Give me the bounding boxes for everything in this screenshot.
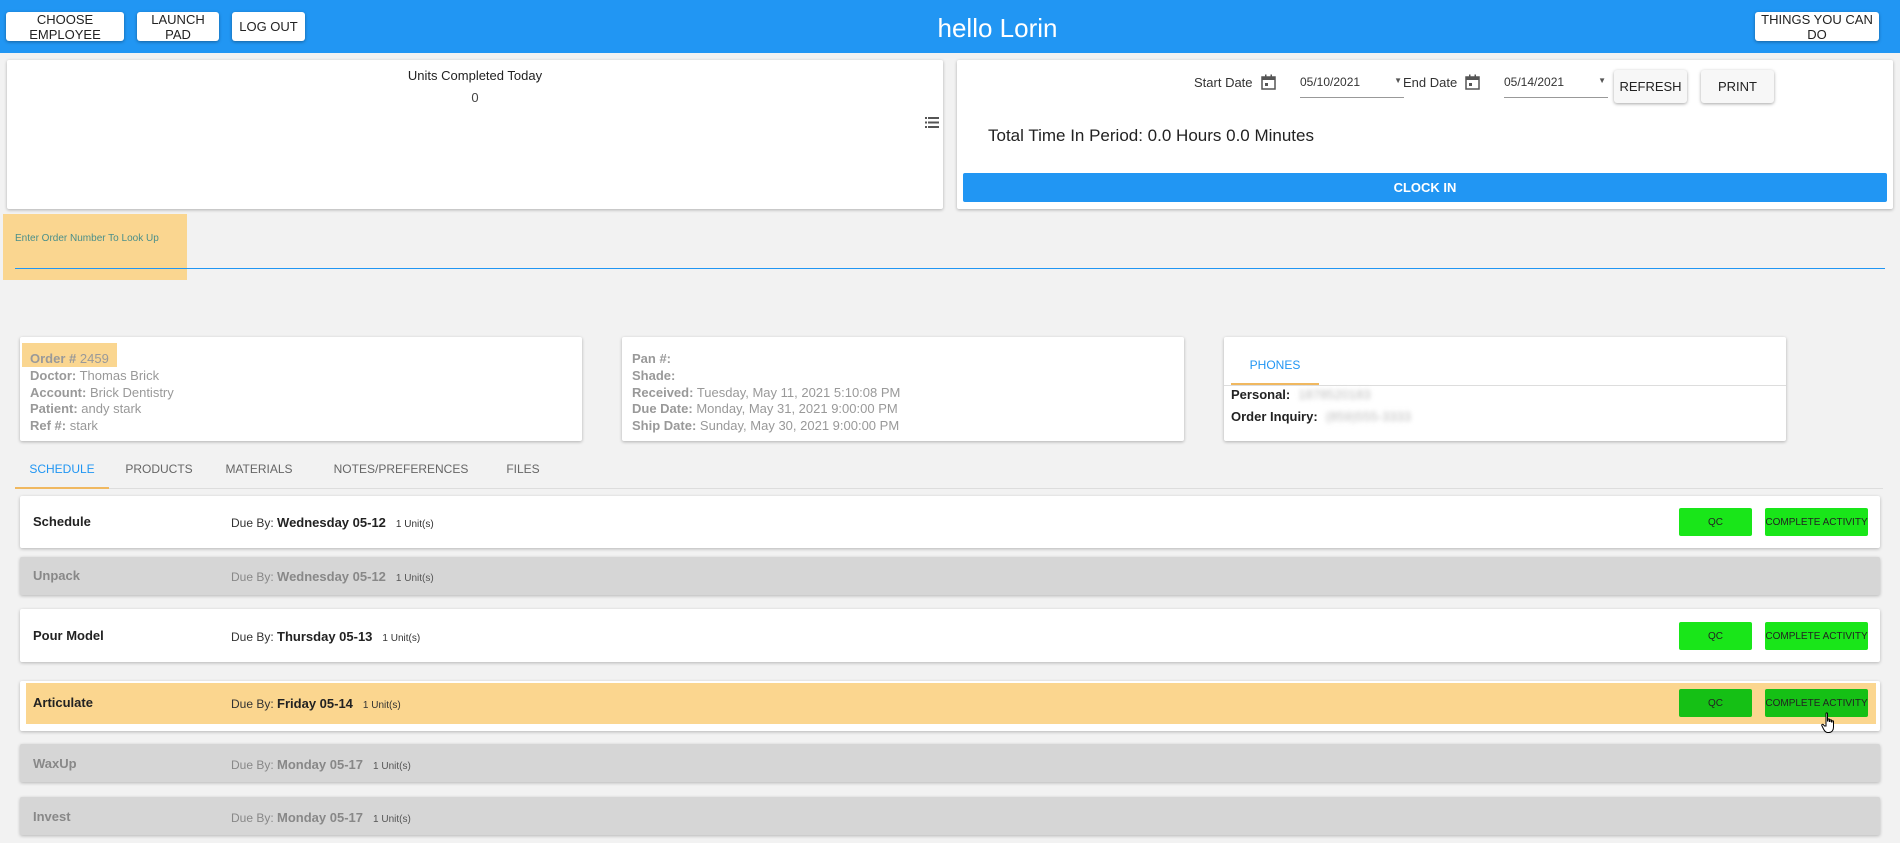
personal-phone-row: Personal: 1878520183 [1231, 387, 1371, 402]
qc-button[interactable]: QC [1679, 689, 1752, 717]
schedule-row: WaxUp Due By: Monday 05-17 1 Unit(s) [20, 744, 1880, 782]
patient-line: Patient: andy stark [30, 401, 142, 416]
activity-due: Due By: Wednesday 05-12 1 Unit(s) [231, 569, 434, 584]
list-icon[interactable] [925, 117, 939, 128]
calendar-icon[interactable] [1261, 74, 1276, 90]
units-completed-value: 0 [471, 90, 479, 105]
greeting-title: hello Lorin [937, 13, 1058, 43]
units-completed-card: Units Completed Today 0 [7, 60, 943, 209]
case-dates-card: Pan #: Shade: Received: Tuesday, May 11,… [622, 337, 1184, 441]
activity-due: Due By: Thursday 05-13 1 Unit(s) [231, 629, 421, 644]
lookup-highlight [3, 214, 187, 280]
units-completed-title: Units Completed Today [407, 68, 543, 83]
account-line: Account: Brick Dentistry [30, 385, 174, 400]
start-date-value: 05/10/2021 [1300, 75, 1361, 89]
complete-activity-button[interactable]: COMPLETE ACTIVITY [1765, 508, 1868, 536]
due-date-line: Due Date: Monday, May 31, 2021 9:00:00 P… [632, 401, 898, 416]
qc-button[interactable]: QC [1679, 622, 1752, 650]
schedule-row-highlighted: Articulate Due By: Friday 05-14 1 Unit(s)… [20, 681, 1880, 731]
chevron-down-icon: ▼ [1598, 76, 1606, 85]
order-inquiry-phone-row: Order Inquiry: (859)555-3333 [1231, 409, 1411, 424]
phones-card: PHONES Personal: 1878520183 Order Inquiry… [1224, 337, 1786, 441]
schedule-row: Pour Model Due By: Thursday 05-13 1 Unit(… [20, 609, 1880, 662]
order-number: Order # 2459 [30, 351, 109, 366]
activity-due: Due By: Monday 05-17 1 Unit(s) [231, 810, 411, 825]
ref-line: Ref #: stark [30, 418, 98, 433]
received-line: Received: Tuesday, May 11, 2021 5:10:08 … [632, 385, 901, 400]
activity-name: Invest [33, 809, 71, 824]
time-period-card: Start Date 05/10/2021 ▼ End Date 05/14/2… [957, 60, 1893, 209]
activity-due: Due By: Monday 05-17 1 Unit(s) [231, 757, 411, 772]
activity-due: Due By: Wednesday 05-12 1 Unit(s) [231, 515, 434, 530]
tab-products[interactable]: PRODUCTS [109, 452, 209, 489]
activity-name: WaxUp [33, 756, 77, 771]
end-date-field[interactable]: 05/14/2021 ▼ [1504, 72, 1608, 98]
calendar-icon[interactable] [1465, 74, 1480, 90]
complete-activity-button[interactable]: COMPLETE ACTIVITY [1765, 622, 1868, 650]
activity-name: Pour Model [33, 628, 104, 643]
tab-schedule[interactable]: SCHEDULE [15, 452, 109, 489]
schedule-row: Unpack Due By: Wednesday 05-12 1 Unit(s) [20, 557, 1880, 595]
tab-notes-preferences[interactable]: NOTES/PREFERENCES [317, 452, 485, 489]
total-time-text: Total Time In Period: 0.0 Hours 0.0 Minu… [988, 126, 1314, 145]
order-lookup-label: Enter Order Number To Look Up [15, 233, 159, 244]
shade-line: Shade: [632, 368, 676, 383]
pan-line: Pan #: [632, 351, 672, 366]
chevron-down-icon: ▼ [1394, 76, 1402, 85]
activity-name: Schedule [33, 514, 91, 529]
end-date-label: End Date [1403, 75, 1458, 90]
clock-in-button[interactable]: CLOCK IN [963, 173, 1887, 202]
complete-activity-button[interactable]: COMPLETE ACTIVITY [1765, 689, 1868, 717]
hand-cursor-icon [1821, 712, 1834, 733]
print-button[interactable]: PRINT [1701, 70, 1774, 103]
start-date-label: Start Date [1194, 75, 1253, 90]
order-lookup-input[interactable] [15, 250, 1885, 268]
order-lookup-underline [15, 268, 1885, 269]
activity-name: Unpack [33, 568, 80, 583]
qc-button[interactable]: QC [1679, 508, 1752, 536]
schedule-row: Schedule Due By: Wednesday 05-12 1 Unit(s… [20, 496, 1880, 548]
doctor-line: Doctor: Thomas Brick [30, 368, 160, 383]
activity-due: Due By: Friday 05-14 1 Unit(s) [231, 696, 401, 711]
top-app-bar: CHOOSE EMPLOYEE LAUNCH PAD LOG OUT hello… [0, 0, 1900, 53]
schedule-row: Invest Due By: Monday 05-17 1 Unit(s) [20, 797, 1880, 835]
start-date-field[interactable]: 05/10/2021 ▼ [1300, 72, 1404, 98]
activity-name: Articulate [33, 695, 93, 710]
order-info-card: Order # 2459 Doctor: Thomas Brick Accoun… [20, 337, 582, 441]
tab-materials[interactable]: MATERIALS [209, 452, 309, 489]
tab-phones[interactable]: PHONES [1231, 341, 1319, 385]
divider [1224, 385, 1786, 386]
tab-files[interactable]: FILES [489, 452, 557, 489]
ship-date-line: Ship Date: Sunday, May 30, 2021 9:00:00 … [632, 418, 900, 433]
end-date-value: 05/14/2021 [1504, 75, 1565, 89]
order-tabs: SCHEDULE PRODUCTS MATERIALS NOTES/PREFER… [15, 452, 1883, 489]
things-you-can-do-button[interactable]: THINGS YOU CAN DO [1755, 12, 1879, 42]
refresh-button[interactable]: REFRESH [1614, 70, 1687, 103]
